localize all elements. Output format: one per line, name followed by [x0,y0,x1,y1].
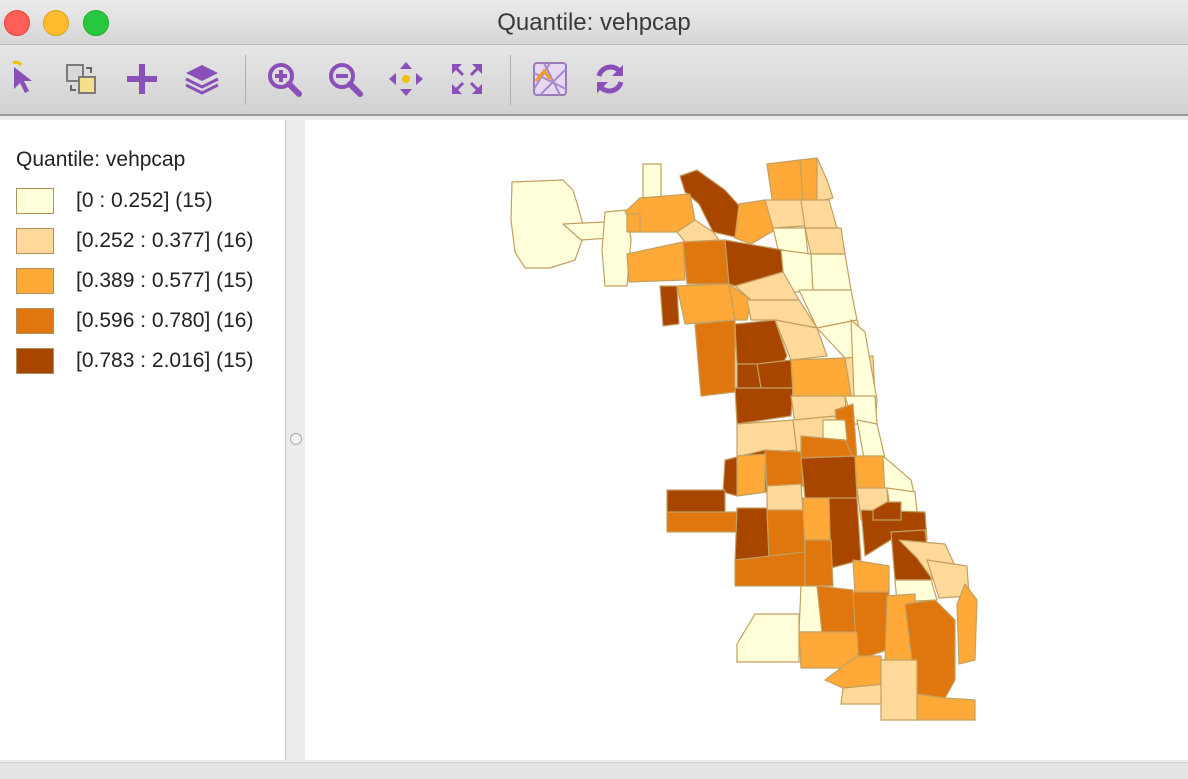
select-tool-button[interactable] [5,59,45,99]
basemap-icon [533,62,567,96]
refresh-icon [596,64,624,94]
map-region[interactable] [828,497,862,569]
selection-shape-tool-button[interactable] [62,59,102,99]
splitter-handle[interactable] [290,433,302,445]
basemap-tool-button[interactable] [530,59,570,99]
legend-swatch [16,228,54,254]
map-region[interactable] [880,659,918,721]
zoom-out-tool-button[interactable] [325,59,365,99]
legend-title: Quantile: vehpcap [16,148,186,171]
full-extent-icon [452,64,482,94]
legend-label: [0.389 : 0.577] (15) [76,269,254,292]
legend-swatch [16,308,54,334]
refresh-tool-button[interactable] [590,59,630,99]
map-region[interactable] [854,455,886,493]
map-region[interactable] [676,283,736,325]
toolbar-separator [245,55,246,105]
legend-swatch [16,348,54,374]
legend-panel: Quantile: vehpcap [0 : 0.252] (15) [0.25… [0,120,286,760]
legend-label: [0 : 0.252] (15) [76,189,213,212]
map-region[interactable] [734,507,770,563]
add-tool-button[interactable] [122,59,162,99]
map-region[interactable] [802,497,834,541]
select-shape-icon [66,64,96,94]
legend-label: [0.783 : 2.016] (15) [76,349,254,372]
map-region[interactable] [682,239,730,285]
map-region[interactable] [804,227,846,255]
layers-icon [185,65,219,95]
map-region[interactable] [956,583,978,665]
map-region[interactable] [694,319,736,397]
zoom-in-icon [268,63,302,97]
pan-tool-button[interactable] [386,59,426,99]
panel-splitter[interactable] [286,120,305,760]
plus-icon [127,64,157,94]
map-canvas[interactable] [305,120,1188,760]
map-region[interactable] [766,509,806,559]
map-region[interactable] [659,285,680,327]
map-region[interactable] [764,449,804,489]
select-arrow-icon [12,60,32,93]
map-region[interactable] [736,613,800,663]
map-region[interactable] [916,693,976,721]
map-region[interactable] [800,199,838,229]
full-extent-tool-button[interactable] [447,59,487,99]
window-title: Quantile: vehpcap [497,9,691,36]
toolbar-separator [510,55,511,105]
choropleth-map[interactable] [305,120,1188,760]
map-region[interactable] [766,483,804,513]
map-region[interactable] [666,511,738,533]
zoom-out-icon [329,63,363,97]
map-region[interactable] [852,559,890,595]
map-region[interactable] [626,213,641,233]
title-bar: Quantile: vehpcap [0,0,1188,45]
map-region[interactable] [810,253,852,293]
map-region[interactable] [626,241,686,283]
map-region[interactable] [734,387,794,425]
map-region[interactable] [800,455,858,499]
legend-label: [0.596 : 0.780] (16) [76,309,254,332]
map-region[interactable] [642,163,662,199]
map-region[interactable] [666,489,726,515]
legend-swatch [16,188,54,214]
legend-label: [0.252 : 0.377] (16) [76,229,254,252]
map-region[interactable] [804,539,834,587]
map-region[interactable] [816,157,834,203]
status-bar [0,762,1188,779]
legend-swatch [16,268,54,294]
pan-arrows-icon [389,62,423,96]
map-region[interactable] [790,357,852,397]
zoom-in-tool-button[interactable] [264,59,304,99]
map-region[interactable] [756,359,794,389]
toolbar [0,45,1188,116]
layers-tool-button[interactable] [182,59,222,99]
map-region[interactable] [766,159,804,207]
